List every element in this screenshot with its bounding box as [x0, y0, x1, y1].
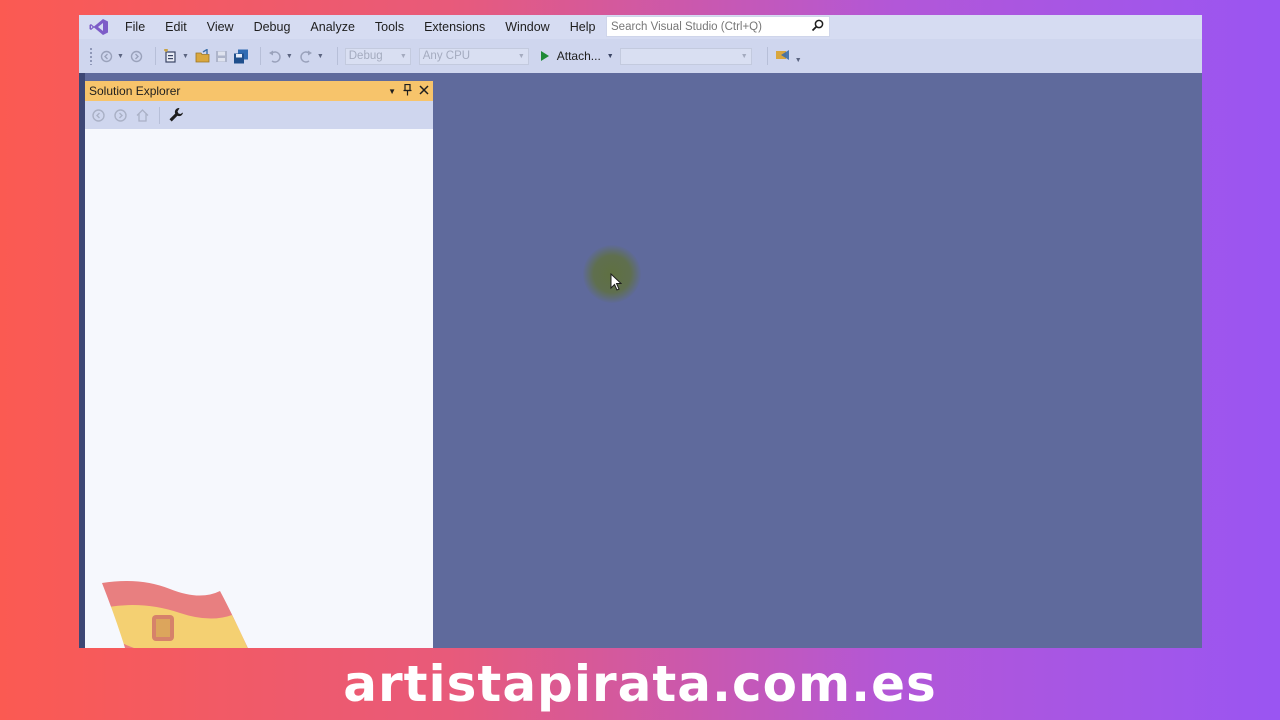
redo-dropdown-icon[interactable]: ▼: [317, 53, 324, 60]
cursor-highlight: [583, 245, 641, 303]
properties-wrench-icon[interactable]: [168, 107, 184, 123]
menu-analyze[interactable]: Analyze: [310, 20, 354, 34]
watermark-text: artistapirata.com.es: [343, 655, 937, 713]
play-icon: [540, 51, 549, 61]
solution-explorer-toolbar: [85, 101, 433, 129]
solution-explorer-title-bar[interactable]: Solution Explorer ▼: [85, 81, 433, 101]
solution-configuration-value: Debug: [348, 50, 383, 62]
pin-icon[interactable]: [403, 83, 412, 99]
solution-explorer-panel: Solution Explorer ▼: [85, 81, 433, 648]
home-icon[interactable]: [135, 108, 150, 123]
save-all-icon[interactable]: [233, 46, 249, 66]
attach-label: Attach...: [556, 49, 601, 63]
menu-edit[interactable]: Edit: [165, 20, 187, 34]
undo-icon[interactable]: [268, 46, 282, 66]
solution-configuration-combo[interactable]: Debug ▼: [344, 47, 411, 65]
menu-debug[interactable]: Debug: [254, 20, 291, 34]
search-input[interactable]: [607, 17, 803, 36]
navigate-back-dropdown-icon[interactable]: ▼: [117, 53, 124, 60]
live-share-icon[interactable]: [775, 46, 791, 66]
navigate-back-icon[interactable]: [99, 46, 113, 66]
toolbar-separator: [766, 47, 768, 65]
toolbar-grip[interactable]: [89, 47, 93, 65]
toolbar-overflow-icon[interactable]: ▼: [795, 57, 802, 64]
visual-studio-window: File Edit View Debug Analyze Tools Exten…: [79, 15, 1202, 648]
navigate-forward-icon[interactable]: [130, 46, 144, 66]
visual-studio-logo-icon[interactable]: [89, 17, 111, 37]
toolbar-separator: [159, 106, 160, 124]
menu-file[interactable]: File: [125, 20, 145, 34]
mouse-pointer-icon: [610, 273, 622, 291]
forward-icon[interactable]: [113, 108, 128, 123]
search-icon[interactable]: [811, 19, 824, 37]
menu-help[interactable]: Help: [570, 20, 596, 34]
search-box: [606, 16, 830, 37]
attach-button[interactable]: Attach... ▼: [540, 49, 614, 63]
open-file-icon[interactable]: [195, 46, 211, 66]
toolbar-separator: [259, 47, 261, 65]
new-project-icon[interactable]: [163, 46, 178, 66]
menu-view[interactable]: View: [207, 20, 234, 34]
solution-explorer-tree[interactable]: [85, 129, 433, 648]
spain-flag-image: [102, 581, 262, 648]
chevron-down-icon: ▼: [740, 52, 748, 60]
chevron-down-icon: ▼: [399, 52, 407, 60]
save-icon[interactable]: [215, 46, 229, 66]
chevron-down-icon: ▼: [517, 52, 525, 60]
menu-tools[interactable]: Tools: [375, 20, 404, 34]
solution-explorer-title: Solution Explorer: [89, 84, 181, 98]
redo-icon[interactable]: [299, 46, 313, 66]
back-icon[interactable]: [91, 108, 106, 123]
undo-dropdown-icon[interactable]: ▼: [286, 53, 293, 60]
standard-toolbar: ▼ ▼ ▼ ▼ Debug ▼ Any CPU ▼ Attach... ▼ ▼ …: [79, 39, 1202, 73]
new-project-dropdown-icon[interactable]: ▼: [182, 53, 189, 60]
close-icon[interactable]: [419, 84, 429, 98]
menu-extensions[interactable]: Extensions: [424, 20, 485, 34]
solution-platform-value: Any CPU: [422, 50, 471, 62]
debug-target-combo[interactable]: ▼: [619, 47, 752, 65]
solution-platform-combo[interactable]: Any CPU ▼: [418, 47, 529, 65]
menu-bar: File Edit View Debug Analyze Tools Exten…: [79, 15, 1202, 39]
toolbar-separator: [154, 47, 156, 65]
attach-dropdown-icon[interactable]: ▼: [607, 53, 614, 60]
window-position-dropdown-icon[interactable]: ▼: [388, 87, 396, 96]
toolbar-separator: [336, 47, 338, 65]
menu-window[interactable]: Window: [505, 20, 549, 34]
